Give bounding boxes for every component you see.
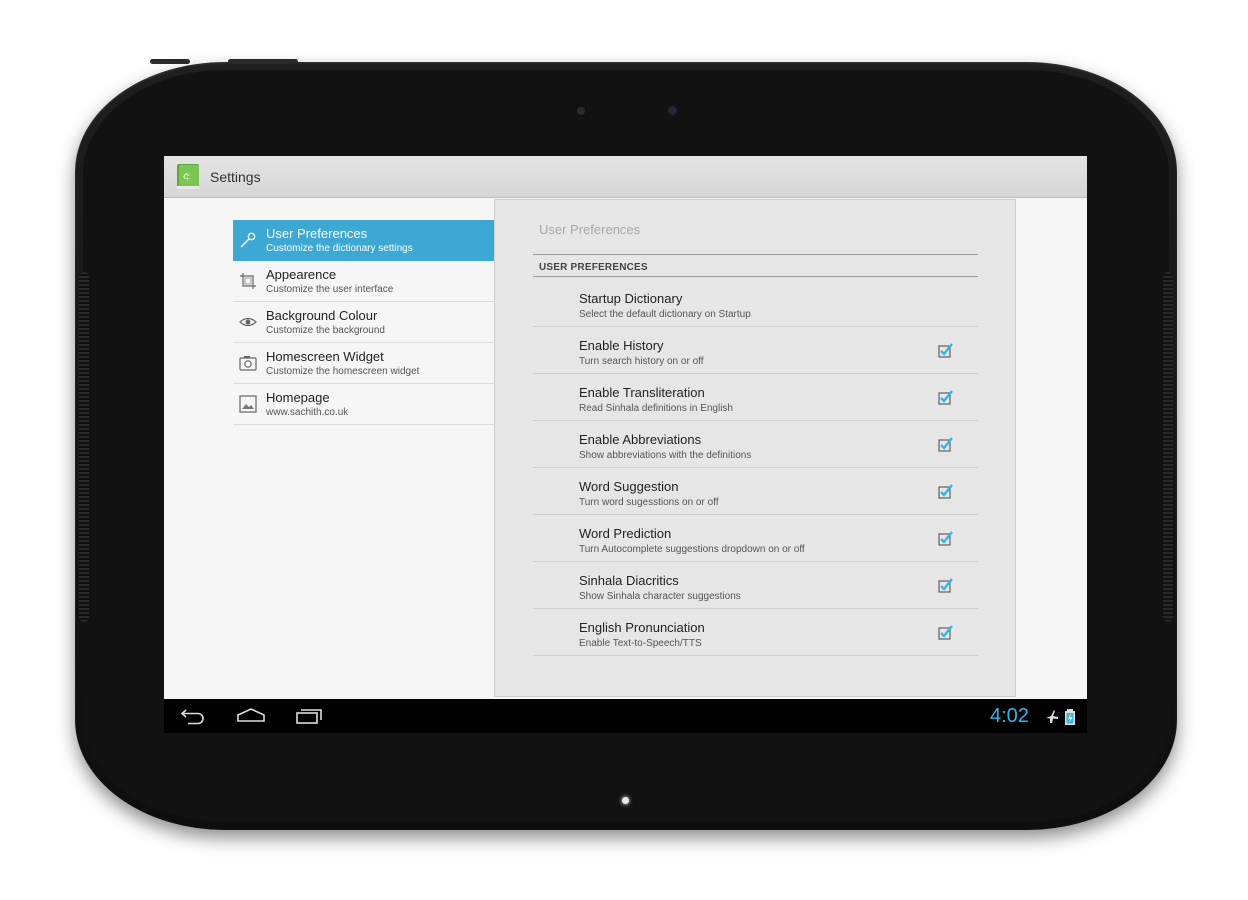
pref-summary: Show Sinhala character suggestions: [579, 591, 741, 602]
home-icon[interactable]: [236, 707, 266, 725]
pref-summary: Turn Autocomplete suggestions dropdown o…: [579, 544, 805, 555]
header-item-user-preferences[interactable]: User Preferences Customize the dictionar…: [233, 220, 495, 261]
header-title: Homescreen Widget: [266, 349, 384, 364]
pref-title: Enable Abbreviations: [579, 432, 702, 447]
header-subtitle: Customize the user interface: [266, 284, 394, 295]
page-title: Settings: [210, 169, 261, 185]
checkbox-checked-icon[interactable]: [938, 437, 953, 452]
header-item-homescreen-widget[interactable]: Homescreen Widget Customize the homescre…: [233, 343, 495, 384]
divider: [533, 254, 978, 255]
detail-title: User Preferences: [539, 222, 641, 237]
pref-english-pronunciation[interactable]: English Pronunciation Enable Text-to-Spe…: [533, 609, 978, 656]
pref-word-suggestion[interactable]: Word Suggestion Turn word sugesstions on…: [533, 468, 978, 515]
header-subtitle: www.sachith.co.uk: [266, 407, 349, 418]
pref-title: Enable History: [579, 338, 664, 353]
header-item-background-colour[interactable]: Background Colour Customize the backgrou…: [233, 302, 495, 343]
pref-summary: Read Sinhala definitions in English: [579, 403, 733, 414]
front-camera: [668, 106, 677, 115]
checkbox-checked-icon[interactable]: [938, 343, 953, 358]
crop-icon: [240, 273, 256, 289]
picture-icon: [239, 395, 257, 413]
back-icon[interactable]: [180, 707, 206, 725]
pref-title: Sinhala Diacritics: [579, 573, 679, 588]
pref-title: Startup Dictionary: [579, 291, 683, 306]
checkbox-checked-icon[interactable]: [938, 625, 953, 640]
dictionary-book-icon[interactable]: අ: [176, 162, 202, 190]
system-navigation-bar: 4:02: [164, 699, 1087, 733]
camera-icon: [239, 356, 257, 371]
header-subtitle: Customize the dictionary settings: [266, 243, 413, 254]
pref-enable-history[interactable]: Enable History Turn search history on or…: [533, 327, 978, 374]
pref-title: English Pronunciation: [579, 620, 705, 635]
light-sensor: [577, 107, 585, 115]
status-clock: 4:02: [990, 705, 1029, 727]
header-title: Homepage: [266, 390, 330, 405]
wrench-icon: [240, 232, 256, 248]
header-title: Appearence: [266, 267, 337, 282]
settings-header-list: User Preferences Customize the dictionar…: [233, 220, 495, 425]
pref-summary: Turn word sugesstions on or off: [579, 497, 719, 508]
checkbox-checked-icon[interactable]: [938, 531, 953, 546]
checkbox-checked-icon[interactable]: [938, 578, 953, 593]
pref-word-prediction[interactable]: Word Prediction Turn Autocomplete sugges…: [533, 515, 978, 562]
header-subtitle: Customize the homescreen widget: [266, 366, 420, 377]
notification-led: [622, 797, 629, 804]
screen: අ Settings User Preferences Customize th…: [164, 156, 1087, 733]
speaker-grille-right: [1163, 272, 1173, 622]
settings-content: User Preferences Customize the dictionar…: [164, 198, 1087, 699]
pref-title: Word Prediction: [579, 526, 672, 541]
header-title: Background Colour: [266, 308, 378, 323]
preference-category-header: USER PREFERENCES: [539, 262, 648, 273]
action-bar: අ Settings: [164, 156, 1087, 198]
pref-title: Enable Transliteration: [579, 385, 705, 400]
eye-icon: [239, 317, 257, 327]
pref-enable-abbreviations[interactable]: Enable Abbreviations Show abbreviations …: [533, 421, 978, 468]
battery-charging-icon: [1065, 709, 1075, 725]
header-subtitle: Customize the background: [266, 325, 385, 336]
speaker-grille-left: [79, 272, 89, 622]
preferences-detail-pane: User Preferences USER PREFERENCES Startu…: [494, 199, 1016, 697]
pref-startup-dictionary[interactable]: Startup Dictionary Select the default di…: [533, 280, 978, 327]
header-item-appearence[interactable]: Appearence Customize the user interface: [233, 261, 495, 302]
pref-title: Word Suggestion: [579, 479, 679, 494]
recent-apps-icon[interactable]: [295, 707, 323, 725]
pref-summary: Select the default dictionary on Startup: [579, 309, 751, 320]
airplane-mode-icon: [1046, 710, 1058, 723]
header-title: User Preferences: [266, 226, 368, 241]
header-item-homepage[interactable]: Homepage www.sachith.co.uk: [233, 384, 495, 425]
svg-text:අ: අ: [183, 169, 190, 183]
checkbox-checked-icon[interactable]: [938, 484, 953, 499]
preference-list: Startup Dictionary Select the default di…: [533, 280, 978, 656]
pref-enable-transliteration[interactable]: Enable Transliteration Read Sinhala defi…: [533, 374, 978, 421]
pref-summary: Turn search history on or off: [579, 356, 704, 367]
pref-summary: Show abbreviations with the definitions: [579, 450, 752, 461]
divider: [533, 276, 978, 277]
pref-summary: Enable Text-to-Speech/TTS: [579, 638, 702, 649]
volume-button: [228, 59, 298, 64]
checkbox-checked-icon[interactable]: [938, 390, 953, 405]
pref-sinhala-diacritics[interactable]: Sinhala Diacritics Show Sinhala characte…: [533, 562, 978, 609]
power-button: [150, 59, 190, 64]
